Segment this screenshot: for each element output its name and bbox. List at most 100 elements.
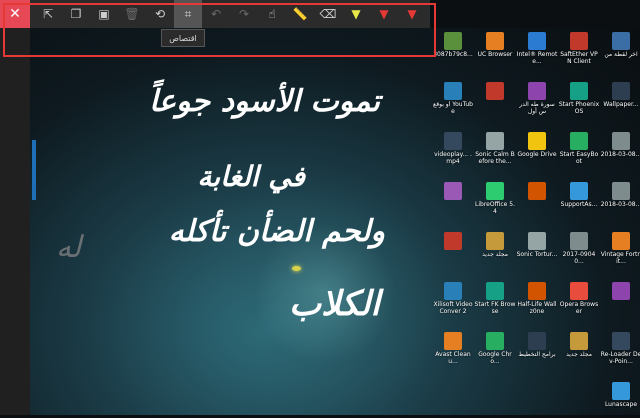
- left-panel: [0, 0, 30, 415]
- share-button[interactable]: ⇱: [34, 0, 62, 28]
- desktop-icon[interactable]: 2018-03-08...: [600, 182, 640, 208]
- desktop-icon[interactable]: Wallpaper...: [600, 82, 640, 108]
- desktop-icon-label: آخر لقطة من: [604, 51, 638, 58]
- desktop-icon[interactable]: Start EasyBoot: [558, 132, 600, 165]
- touch-writing-button[interactable]: ☝: [258, 0, 286, 28]
- desktop-icon[interactable]: SaftEther VPN Client: [558, 32, 600, 65]
- desktop-icon[interactable]: Re-Loader Dev-Poin...: [600, 332, 640, 365]
- crop-button[interactable]: ⌗: [174, 0, 202, 28]
- desktop-icon[interactable]: Half-Life Wallz0ne: [516, 282, 558, 315]
- crop-tooltip: اقتصاص: [161, 29, 205, 47]
- desktop-icon[interactable]: مجلد جديد: [474, 232, 516, 258]
- app-icon: [570, 232, 588, 250]
- desktop-icon[interactable]: Google Chro...: [474, 332, 516, 365]
- app-icon: [528, 282, 546, 300]
- poem-line-3: ولحم الضأن تأكله: [168, 214, 385, 249]
- desktop-icon-label: مجلد جديد: [566, 351, 592, 358]
- desktop-icon-label: SupportAs...: [560, 201, 598, 208]
- desktop-icon[interactable]: Vintage Fortnit...: [600, 232, 640, 265]
- redo-button[interactable]: ↷: [230, 0, 258, 28]
- desktop-icon[interactable]: [432, 232, 474, 251]
- desktop-icon[interactable]: Google Drive: [516, 132, 558, 158]
- app-icon: [612, 132, 630, 150]
- pen-icon: ▼: [407, 7, 417, 21]
- desktop-icon[interactable]: أو بوقع YouTube: [432, 82, 474, 115]
- desktop-icon[interactable]: Avast Cleanu...: [432, 332, 474, 365]
- close-button[interactable]: ✕: [0, 0, 30, 28]
- desktop-icon[interactable]: videoplay... .mp4: [432, 132, 474, 165]
- save-icon: ▣: [98, 7, 110, 21]
- desktop-icon-label: أو بوقع YouTube: [433, 101, 473, 115]
- app-icon: [570, 332, 588, 350]
- share-icon: ⇱: [42, 7, 54, 21]
- app-icon: [486, 182, 504, 200]
- undo-button[interactable]: ↶: [202, 0, 230, 28]
- app-icon: [528, 182, 546, 200]
- desktop-icon[interactable]: UC Browser: [474, 32, 516, 58]
- desktop-icon-label: Re-Loader Dev-Poin...: [600, 351, 640, 365]
- pencil-button[interactable]: ▼: [370, 0, 398, 28]
- desktop-icon[interactable]: [516, 182, 558, 201]
- highlighter-button[interactable]: ▼: [342, 0, 370, 28]
- app-icon: [570, 182, 588, 200]
- desktop-icon-label: Intel® Remote...: [516, 51, 558, 65]
- desktop-icon[interactable]: Intel® Remote...: [516, 32, 558, 65]
- pen-button[interactable]: ▼: [398, 0, 426, 28]
- desktop-icon-label: Xilisoft Video Conver 2: [433, 301, 473, 315]
- desktop-icon[interactable]: [432, 182, 474, 201]
- undo-icon: ↶: [210, 7, 222, 21]
- desktop-icon-label: 2017-09040...: [562, 251, 596, 265]
- desktop-icon[interactable]: Sonic Tortur...: [516, 232, 558, 258]
- desktop-icon[interactable]: سورة طه الدرس أول: [516, 82, 558, 115]
- desktop-icon[interactable]: آخر لقطة من: [600, 32, 640, 58]
- app-icon: [528, 32, 546, 50]
- app-icon: [444, 82, 462, 100]
- app-icon: [528, 232, 546, 250]
- desktop-icon-label: Sonic Calm Before the...: [475, 151, 515, 165]
- app-icon: [486, 232, 504, 250]
- desktop-icon[interactable]: [474, 82, 516, 101]
- delete-button[interactable]: 🗑: [118, 0, 146, 28]
- desktop-icon-label: 2018-03-08...: [600, 151, 640, 158]
- copy-button[interactable]: ❐: [62, 0, 90, 28]
- desktop-icon[interactable]: SupportAs...: [558, 182, 600, 208]
- delete-icon: 🗑: [124, 7, 140, 21]
- ruler-button[interactable]: 📏: [286, 0, 314, 28]
- desktop-icon-label: مجلد جديد: [482, 251, 508, 258]
- app-icon: [486, 132, 504, 150]
- desktop-icon[interactable]: Sonic Calm Before the...: [474, 132, 516, 165]
- ruler-icon: 📏: [292, 7, 308, 21]
- desktop-icon[interactable]: Start FK Browse: [474, 282, 516, 315]
- desktop-icon[interactable]: Start Phoenix OS: [558, 82, 600, 115]
- desktop-icon-label: Avast Cleanu...: [435, 351, 471, 365]
- desktop-icon[interactable]: Opera Browser: [558, 282, 600, 315]
- desktop-icons-area: آخر لقطة من SaftEther VPN Client Intel® Re…: [430, 0, 640, 415]
- app-icon: [612, 32, 630, 50]
- desktop-icon-label: Lunascape: [604, 401, 638, 408]
- copy-icon: ❐: [70, 7, 82, 21]
- desktop-icon-label: 2018-03-08...: [600, 201, 640, 208]
- save-button[interactable]: ▣: [90, 0, 118, 28]
- desktop-icon-label: Google Chro...: [478, 351, 512, 365]
- desktop-icon[interactable]: 3087b79c8...: [432, 32, 474, 58]
- desktop-icon[interactable]: 2017-09040...: [558, 232, 600, 265]
- lion-eye: [292, 266, 301, 271]
- desktop-icon-label: Google Drive: [517, 151, 557, 158]
- app-icon: [528, 332, 546, 350]
- desktop-icon[interactable]: Xilisoft Video Conver 2: [432, 282, 474, 315]
- desktop-icon[interactable]: Lunascape: [600, 382, 640, 408]
- app-icon: [612, 82, 630, 100]
- desktop-icon-label: برامج التخطيط: [518, 351, 556, 358]
- desktop-icon-label: Sonic Tortur...: [516, 251, 558, 258]
- history-button[interactable]: ⟲: [146, 0, 174, 28]
- desktop-icon-label: Start Phoenix OS: [558, 101, 600, 115]
- desktop-icon[interactable]: مجلد جديد: [558, 332, 600, 358]
- desktop-icon[interactable]: [600, 282, 640, 301]
- desktop-icon-label: UC Browser: [477, 51, 513, 58]
- eraser-button[interactable]: ⌫: [314, 0, 342, 28]
- desktop-icon[interactable]: 2018-03-08...: [600, 132, 640, 158]
- desktop-icon[interactable]: برامج التخطيط: [516, 332, 558, 358]
- desktop-icon[interactable]: LibreOffice 5.4: [474, 182, 516, 215]
- app-icon: [612, 282, 630, 300]
- crop-icon: ⌗: [184, 6, 192, 21]
